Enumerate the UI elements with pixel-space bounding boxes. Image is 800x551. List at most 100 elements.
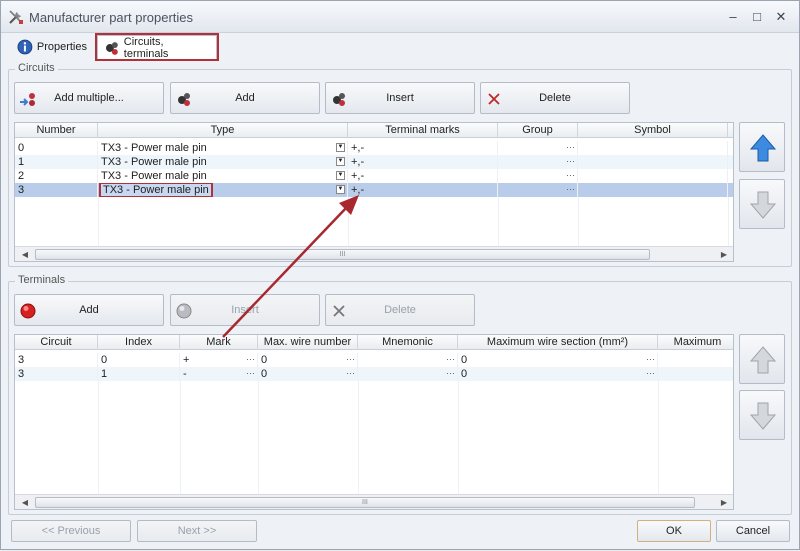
col-max-wire-section[interactable]: Maximum wire section (mm²) [458,335,658,350]
cell-maximum[interactable] [658,367,733,381]
cell-group[interactable]: ··· [498,183,578,197]
cell-max-wire-number[interactable]: 0 ··· [258,353,358,367]
terminals-grid[interactable]: Circuit Index Mark Max. wire number Mnem… [14,334,734,510]
cell-max-wire-section[interactable]: 0 ··· [458,353,658,367]
maximize-button[interactable]: □ [749,9,765,25]
cell-max-wire-number[interactable]: 0 ··· [258,367,358,381]
cell-max-wire-section[interactable]: 0 ··· [458,367,658,381]
add-terminal-button[interactable]: Add [14,294,164,326]
cell-number[interactable]: 2 [15,169,98,183]
dropdown-arrow-icon[interactable]: ▼ [336,171,345,180]
cell-type[interactable]: TX3 - Power male pin ▼ [98,169,348,183]
move-down-button[interactable] [739,179,785,229]
col-number[interactable]: Number [15,123,98,138]
insert-circuit-button[interactable]: Insert [325,82,475,114]
terminal-move-down-button[interactable] [739,390,785,440]
circuits-grid[interactable]: Number Type Terminal marks Group Symbol … [14,122,734,262]
dropdown-arrow-icon[interactable]: ▼ [336,185,345,194]
insert-terminal-button[interactable]: Insert [170,294,320,326]
move-up-button[interactable] [739,122,785,172]
cell-marks[interactable]: +,- [348,183,498,197]
ellipsis-icon[interactable]: ··· [566,141,575,154]
ellipsis-icon[interactable]: ··· [346,353,355,366]
ellipsis-icon[interactable]: ··· [446,353,455,366]
col-mnemonic[interactable]: Mnemonic [358,335,458,350]
next-button[interactable]: Next >> [137,520,257,542]
table-row[interactable]: 3 0 + ··· 0 ··· ··· 0 ··· [15,353,733,367]
circuits-horizontal-scrollbar[interactable]: ◀ III ▶ [15,246,733,261]
cell-mark[interactable]: - ··· [180,367,258,381]
table-row[interactable]: 3 1 - ··· 0 ··· ··· 0 ··· [15,367,733,381]
cell-marks[interactable]: +,- [348,169,498,183]
col-max-wire-number[interactable]: Max. wire number [258,335,358,350]
ellipsis-icon[interactable]: ··· [246,353,255,366]
table-row[interactable]: 1 TX3 - Power male pin ▼ +,- ··· [15,155,733,169]
tab-circuits-terminals[interactable]: Circuits, terminals [95,33,219,61]
col-circuit[interactable]: Circuit [15,335,98,350]
ok-button[interactable]: OK [637,520,711,542]
ellipsis-icon[interactable]: ··· [566,155,575,168]
cell-index[interactable]: 1 [98,367,180,381]
cell-maximum[interactable] [658,353,733,367]
cell-index[interactable]: 0 [98,353,180,367]
cell-mnemonic[interactable]: ··· [358,353,458,367]
dropdown-arrow-icon[interactable]: ▼ [336,157,345,166]
cell-number[interactable]: 1 [15,155,98,169]
table-row-selected[interactable]: 3 TX3 - Power male pin ▼ +,- ··· [15,183,733,197]
table-row[interactable]: 0 TX3 - Power male pin ▼ +,- ··· [15,141,733,155]
cell-marks[interactable]: +,- [348,155,498,169]
cell-mnemonic[interactable]: ··· [358,367,458,381]
close-button[interactable]: ✕ [773,9,789,25]
scroll-right-icon[interactable]: ▶ [718,497,730,508]
col-type[interactable]: Type [98,123,348,138]
terminal-move-up-button[interactable] [739,334,785,384]
cell-type[interactable]: TX3 - Power male pin ▼ [98,183,348,197]
cell-type[interactable]: TX3 - Power male pin ▼ [98,141,348,155]
cell-circuit[interactable]: 3 [15,353,98,367]
scroll-thumb[interactable]: III [35,497,695,508]
ellipsis-icon[interactable]: ··· [646,353,655,366]
previous-button[interactable]: << Previous [11,520,131,542]
terminals-horizontal-scrollbar[interactable]: ◀ III ▶ [15,494,733,509]
cell-number[interactable]: 3 [15,183,98,197]
ellipsis-icon[interactable]: ··· [646,367,655,380]
col-index[interactable]: Index [98,335,180,350]
previous-label: << Previous [41,525,101,537]
add-multiple-button[interactable]: Add multiple... [14,82,164,114]
tab-properties[interactable]: Properties [11,35,93,59]
scroll-thumb[interactable]: III [35,249,650,260]
minimize-button[interactable]: – [725,9,741,25]
ellipsis-icon[interactable]: ··· [566,169,575,182]
cancel-button[interactable]: Cancel [716,520,790,542]
col-maximum[interactable]: Maximum [658,335,733,350]
delete-terminal-button[interactable]: Delete [325,294,475,326]
col-group[interactable]: Group [498,123,578,138]
ellipsis-icon[interactable]: ··· [246,367,255,380]
ellipsis-icon[interactable]: ··· [446,367,455,380]
cell-type[interactable]: TX3 - Power male pin ▼ [98,155,348,169]
cell-circuit[interactable]: 3 [15,367,98,381]
col-symbol[interactable]: Symbol [578,123,728,138]
cell-marks[interactable]: +,- [348,141,498,155]
scroll-right-icon[interactable]: ▶ [718,249,730,260]
cell-mark[interactable]: + ··· [180,353,258,367]
cell-group[interactable]: ··· [498,141,578,155]
cell-group[interactable]: ··· [498,155,578,169]
delete-circuit-button[interactable]: Delete [480,82,630,114]
grid-line [180,381,181,494]
cell-symbol[interactable] [578,155,728,169]
cell-number[interactable]: 0 [15,141,98,155]
cell-symbol[interactable] [578,183,728,197]
ellipsis-icon[interactable]: ··· [346,367,355,380]
add-circuit-button[interactable]: Add [170,82,320,114]
cell-symbol[interactable] [578,141,728,155]
scroll-left-icon[interactable]: ◀ [19,249,31,260]
dropdown-arrow-icon[interactable]: ▼ [336,143,345,152]
col-mark[interactable]: Mark [180,335,258,350]
ellipsis-icon[interactable]: ··· [566,183,575,196]
cell-group[interactable]: ··· [498,169,578,183]
col-terminal-marks[interactable]: Terminal marks [348,123,498,138]
cell-symbol[interactable] [578,169,728,183]
scroll-left-icon[interactable]: ◀ [19,497,31,508]
table-row[interactable]: 2 TX3 - Power male pin ▼ +,- ··· [15,169,733,183]
